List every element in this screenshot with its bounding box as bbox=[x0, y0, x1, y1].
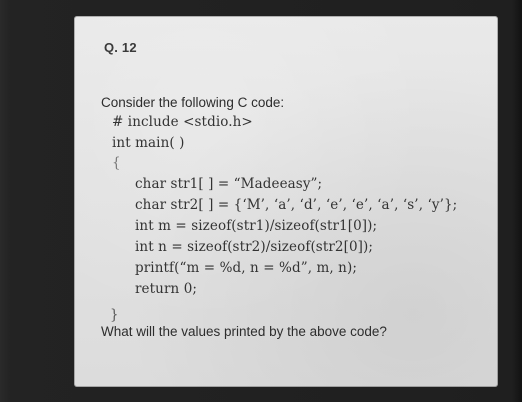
question-card: Q. 12 Consider the following C code: # i… bbox=[74, 16, 498, 387]
code-line-str2: char str2[ ] = {‘M’, ‘a’, ‘d’, ‘e’, ‘e’,… bbox=[135, 197, 458, 213]
screen-background: Q. 12 Consider the following C code: # i… bbox=[0, 0, 522, 402]
code-line-return: return 0; bbox=[135, 281, 198, 297]
code-line-printf: printf(“m = %d, n = %d”, m, n); bbox=[135, 260, 357, 276]
code-line-m: int m = sizeof(str1)/sizeof(str1[0]); bbox=[135, 218, 378, 234]
code-line-open-brace: { bbox=[112, 155, 121, 171]
question-intro: Consider the following C code: bbox=[101, 95, 285, 110]
code-line-include: # include <stdio.h> bbox=[112, 114, 253, 130]
code-line-n: int n = sizeof(str2)/sizeof(str2[0]); bbox=[135, 239, 374, 255]
code-line-close-brace: } bbox=[110, 307, 119, 323]
question-number: Q. 12 bbox=[104, 40, 137, 55]
code-line-str1: char str1[ ] = “Madeeasy”; bbox=[135, 176, 323, 192]
question-prompt: What will the values printed by the abov… bbox=[101, 324, 387, 339]
code-line-main: int main( ) bbox=[112, 135, 185, 151]
